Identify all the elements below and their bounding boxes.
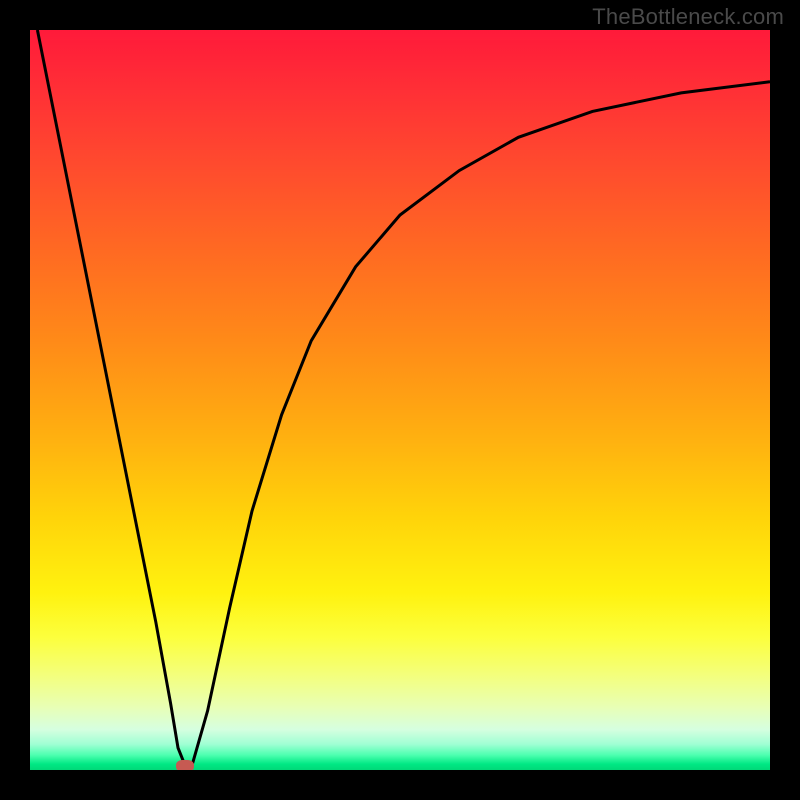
curve-line — [37, 30, 770, 766]
chart-frame: TheBottleneck.com — [0, 0, 800, 800]
watermark-text: TheBottleneck.com — [592, 4, 784, 30]
plot-area — [30, 30, 770, 770]
curve-svg — [30, 30, 770, 770]
data-marker — [176, 760, 194, 770]
